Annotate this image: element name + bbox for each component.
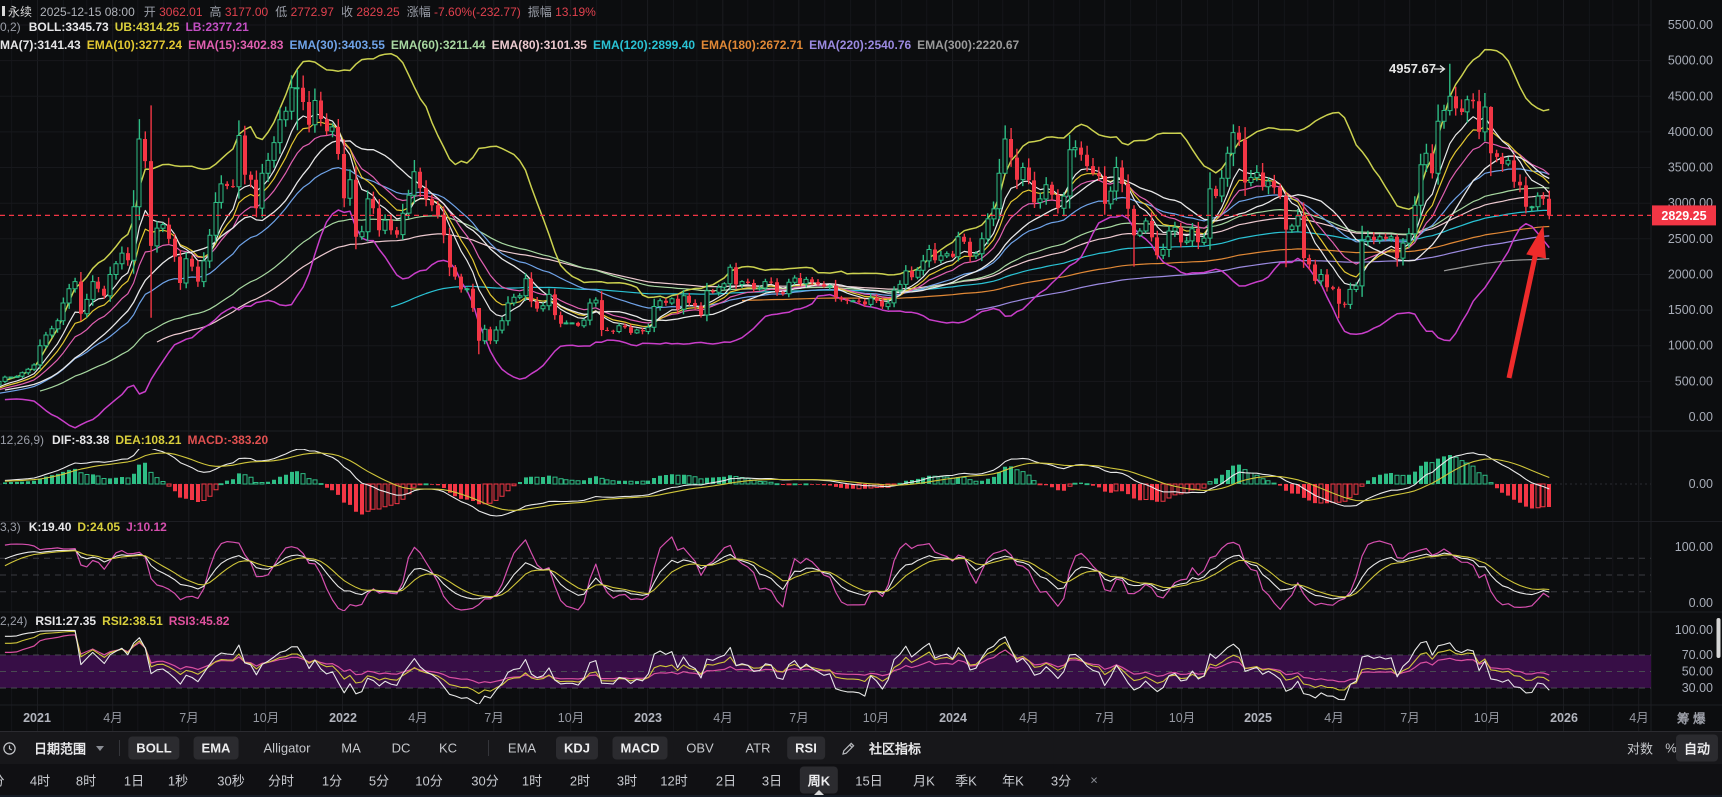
svg-text:2021: 2021: [23, 711, 51, 725]
svg-text:500.00: 500.00: [1675, 374, 1713, 388]
svg-text:7月: 7月: [1095, 711, 1114, 725]
svg-text:0.00: 0.00: [1689, 477, 1713, 491]
svg-text:4月: 4月: [1324, 711, 1343, 725]
svg-text:10月: 10月: [253, 711, 279, 725]
svg-text:7月: 7月: [789, 711, 808, 725]
svg-text:4957.67: 4957.67: [1389, 61, 1436, 76]
svg-text:4500.00: 4500.00: [1668, 89, 1713, 103]
svg-text:5500.00: 5500.00: [1668, 18, 1713, 32]
svg-text:10月: 10月: [1474, 711, 1500, 725]
svg-text:4月: 4月: [408, 711, 427, 725]
svg-text:4月: 4月: [103, 711, 122, 725]
svg-text:50.00: 50.00: [1682, 665, 1713, 679]
svg-text:1000.00: 1000.00: [1668, 339, 1713, 353]
svg-text:100.00: 100.00: [1675, 540, 1713, 554]
svg-text:4月: 4月: [713, 711, 732, 725]
svg-text:10月: 10月: [863, 711, 889, 725]
svg-text:7月: 7月: [179, 711, 198, 725]
svg-text:30.00: 30.00: [1682, 681, 1713, 695]
svg-text:100.00: 100.00: [1675, 623, 1713, 637]
svg-text:1500.00: 1500.00: [1668, 303, 1713, 317]
svg-text:筹 爆: 筹 爆: [1677, 711, 1706, 726]
svg-text:7月: 7月: [484, 711, 503, 725]
svg-text:2026: 2026: [1550, 711, 1578, 725]
svg-text:2500.00: 2500.00: [1668, 232, 1713, 246]
svg-text:5000.00: 5000.00: [1668, 54, 1713, 68]
svg-text:0.00: 0.00: [1689, 596, 1713, 610]
svg-text:2022: 2022: [329, 711, 357, 725]
svg-text:70.00: 70.00: [1682, 648, 1713, 662]
svg-text:4月: 4月: [1019, 711, 1038, 725]
svg-text:2024: 2024: [939, 711, 967, 725]
svg-text:10月: 10月: [1169, 711, 1195, 725]
svg-text:2023: 2023: [634, 711, 662, 725]
svg-text:2000.00: 2000.00: [1668, 268, 1713, 282]
svg-text:10月: 10月: [558, 711, 584, 725]
svg-text:4000.00: 4000.00: [1668, 125, 1713, 139]
svg-text:2025: 2025: [1244, 711, 1272, 725]
svg-text:2829.25: 2829.25: [1661, 209, 1706, 223]
svg-text:7月: 7月: [1400, 711, 1419, 725]
svg-text:3500.00: 3500.00: [1668, 161, 1713, 175]
svg-text:0.00: 0.00: [1689, 410, 1713, 424]
svg-text:4月: 4月: [1629, 711, 1648, 725]
